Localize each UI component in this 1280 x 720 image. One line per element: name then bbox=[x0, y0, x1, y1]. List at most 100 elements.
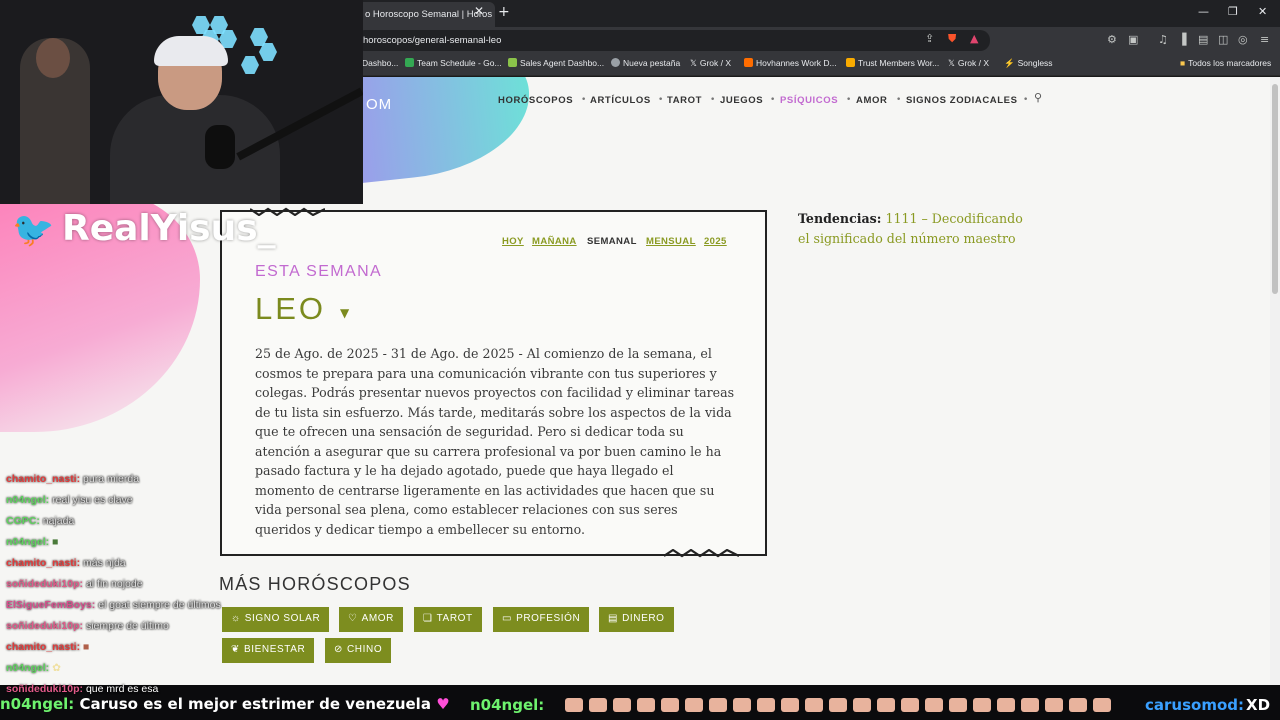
emote-icon bbox=[829, 698, 847, 712]
background-figure-head bbox=[36, 38, 70, 78]
money-icon: ▤ bbox=[608, 613, 619, 624]
nav-tarot[interactable]: TAROT bbox=[667, 95, 702, 106]
chat-message: soñideduki10p: al fin nojode bbox=[6, 578, 143, 590]
emote-icon bbox=[877, 698, 895, 712]
wallet2-icon[interactable]: ◫ bbox=[1218, 33, 1228, 46]
search-icon[interactable]: ⚲ bbox=[1034, 91, 1042, 104]
nav-amor[interactable]: AMOR bbox=[856, 95, 887, 106]
emote-icon bbox=[925, 698, 943, 712]
sheets-icon bbox=[405, 58, 414, 67]
nav-articulos[interactable]: ARTÍCULOS bbox=[590, 95, 651, 106]
reader-icon[interactable]: ▤ bbox=[1198, 33, 1208, 46]
bookmark-item[interactable]: 𝕏 Grok / X bbox=[948, 58, 989, 69]
emote-icon bbox=[973, 698, 991, 712]
bookmark-item[interactable]: ⚡ Songless bbox=[1004, 58, 1053, 69]
yin-yang-icon: ⊘ bbox=[334, 644, 343, 655]
nav-separator: • bbox=[658, 95, 664, 105]
minimize-icon[interactable]: — bbox=[1198, 5, 1209, 18]
emote-icon bbox=[781, 698, 799, 712]
rewards-icon[interactable]: ▲ bbox=[970, 32, 978, 45]
emote-icon bbox=[685, 698, 703, 712]
emote-icon bbox=[709, 698, 727, 712]
heart-emote-icon: ♥ bbox=[436, 695, 450, 713]
period-manana[interactable]: MAÑANA bbox=[532, 236, 577, 247]
category-bienestar[interactable]: ❦ BIENESTAR bbox=[222, 638, 315, 663]
sign-dropdown-icon[interactable]: ▼ bbox=[340, 306, 349, 320]
chat-message: chamito_nasti: ■ bbox=[6, 641, 90, 653]
all-bookmarks-folder[interactable]: ■ Todos los marcadores bbox=[1180, 58, 1271, 68]
bookmark-item[interactable]: Sales Agent Dashbo... bbox=[508, 58, 604, 68]
nav-separator: • bbox=[1023, 95, 1029, 105]
emote-icon: ■ bbox=[83, 641, 90, 653]
brave-shield-icon[interactable]: ⛊ bbox=[948, 32, 956, 46]
sidebar-icon[interactable]: ▐ bbox=[1178, 33, 1186, 46]
nav-horoscopos[interactable]: HORÓSCOPOS bbox=[498, 95, 573, 106]
bookmark-item[interactable]: Hovhannes Work D... bbox=[744, 58, 837, 68]
streamer-cap bbox=[154, 36, 228, 66]
menu-icon[interactable]: ≡ bbox=[1260, 33, 1269, 46]
close-window-icon[interactable]: ✕ bbox=[1258, 5, 1267, 18]
category-amor[interactable]: ♡ AMOR bbox=[339, 607, 403, 632]
bookmark-item[interactable]: 𝕏 Grok / X bbox=[690, 58, 731, 69]
folder-icon: ■ bbox=[1180, 58, 1186, 68]
nav-signos-zodiacales[interactable]: SIGNOS ZODIACALES bbox=[906, 95, 1018, 106]
zodiac-sign-title[interactable]: LEO bbox=[255, 291, 326, 327]
media-icon[interactable]: ♫ bbox=[1158, 33, 1168, 46]
scrollbar-thumb[interactable] bbox=[1272, 84, 1278, 294]
x-logo-icon: 𝕏 bbox=[690, 58, 697, 68]
emote-icon bbox=[613, 698, 631, 712]
period-hoy[interactable]: HOY bbox=[502, 236, 524, 247]
doc-icon bbox=[744, 58, 753, 67]
site-logo[interactable]: OM bbox=[366, 96, 392, 113]
category-signo-solar[interactable]: ☼ SIGNO SOLAR bbox=[222, 607, 330, 632]
chat-message: n04ngel: real yisu es clave bbox=[6, 494, 133, 506]
bookmark-item[interactable]: Dashbo... bbox=[362, 58, 398, 68]
restore-icon[interactable]: ❐ bbox=[1228, 5, 1238, 18]
category-tarot[interactable]: ❏ TAROT bbox=[414, 607, 482, 632]
extensions-icon[interactable]: ⚙ bbox=[1107, 33, 1117, 46]
horoscope-card: HOY MAÑANA SEMANAL MENSUAL 2025 ESTA SEM… bbox=[220, 207, 767, 558]
ticker-emotes bbox=[565, 698, 1125, 716]
briefcase-icon: ▭ bbox=[502, 613, 513, 624]
wallet-icon[interactable]: ▣ bbox=[1128, 33, 1138, 46]
x-logo-icon: 𝕏 bbox=[948, 58, 955, 68]
period-semanal[interactable]: SEMANAL bbox=[587, 236, 637, 247]
emote-icon bbox=[733, 698, 751, 712]
vpn-icon[interactable]: ◎ bbox=[1238, 33, 1248, 46]
category-profesion[interactable]: ▭ PROFESIÓN bbox=[493, 607, 590, 632]
webcam-feed bbox=[0, 0, 363, 204]
category-chino[interactable]: ⊘ CHINO bbox=[325, 638, 392, 663]
emote-icon bbox=[1093, 698, 1111, 712]
chat-message: soñideduki10p: que mrd es esa bbox=[6, 683, 159, 695]
ticker-user: n04ngel: bbox=[470, 696, 545, 714]
emote-icon bbox=[997, 698, 1015, 712]
cards-icon: ❏ bbox=[423, 613, 433, 624]
horoscope-text: 25 de Ago. de 2025 - 31 de Ago. de 2025 … bbox=[255, 346, 735, 537]
bookmark-item[interactable]: Team Schedule - Go... bbox=[405, 58, 502, 68]
ticker-message: n04ngel: Caruso es el mejor estrimer de … bbox=[0, 695, 450, 713]
sun-icon: ☼ bbox=[231, 613, 241, 624]
new-tab-icon[interactable]: + bbox=[498, 4, 510, 20]
share-icon[interactable]: ⇪ bbox=[925, 32, 934, 45]
nav-separator: • bbox=[846, 95, 852, 105]
dashboard-icon bbox=[508, 58, 517, 67]
category-dinero[interactable]: ▤ DINERO bbox=[599, 607, 674, 632]
url-text: horoscopos/general-semanal-leo bbox=[363, 35, 502, 46]
nav-psiquicos[interactable]: PSÍQUICOS bbox=[780, 95, 838, 106]
trends-label: Tendencias: bbox=[798, 211, 882, 226]
emote-icon bbox=[589, 698, 607, 712]
close-tab-icon[interactable]: ✕ bbox=[474, 4, 484, 18]
period-mensual[interactable]: MENSUAL bbox=[646, 236, 696, 247]
songless-icon: ⚡ bbox=[1004, 58, 1015, 68]
period-2025[interactable]: 2025 bbox=[704, 236, 727, 247]
emote-icon bbox=[637, 698, 655, 712]
emote-icon bbox=[757, 698, 775, 712]
emote-icon: ■ bbox=[52, 536, 59, 548]
emote-icon bbox=[805, 698, 823, 712]
bookmark-item[interactable]: Trust Members Wor... bbox=[846, 58, 939, 68]
emote-icon bbox=[1069, 698, 1087, 712]
trends-box: Tendencias: 1111 – Decodificando el sign… bbox=[798, 209, 1028, 249]
url-input[interactable]: horoscopos/general-semanal-leo bbox=[355, 30, 990, 51]
bookmark-item[interactable]: Nueva pestaña bbox=[611, 58, 680, 68]
nav-juegos[interactable]: JUEGOS bbox=[720, 95, 763, 106]
